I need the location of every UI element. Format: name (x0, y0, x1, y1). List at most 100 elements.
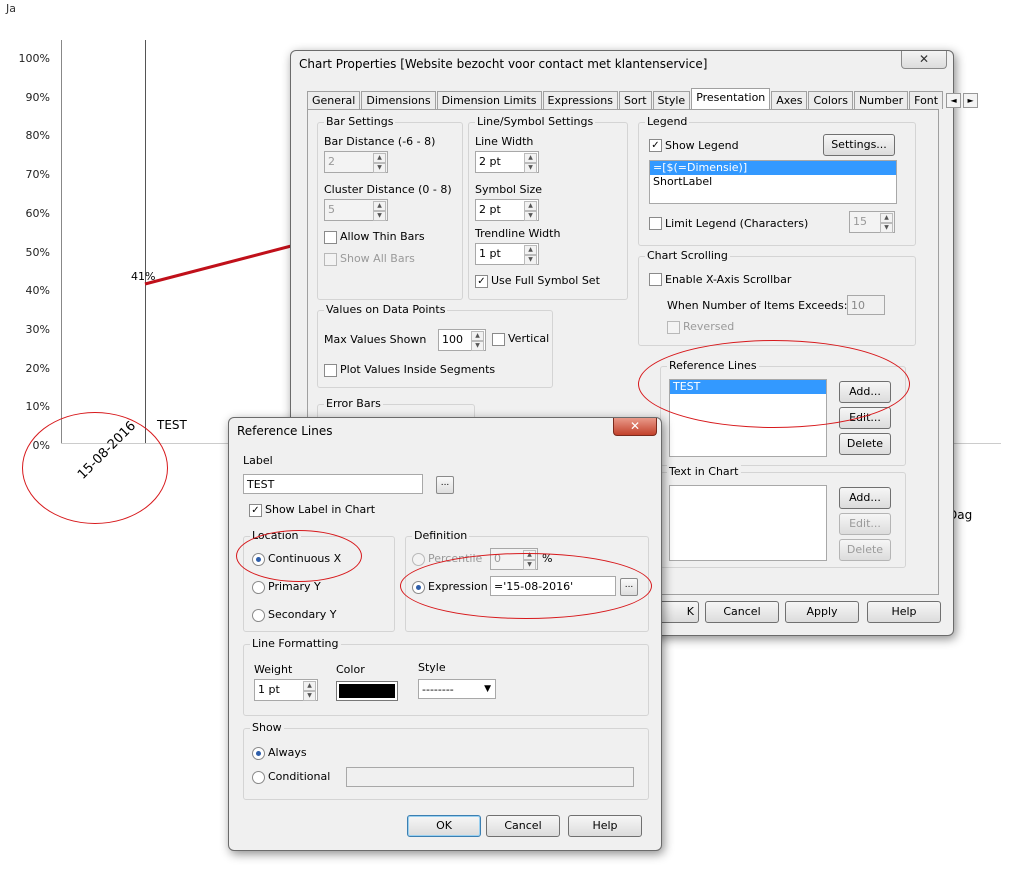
label-group-title: Label (243, 454, 273, 467)
symbol-size-stepper[interactable]: 2 pt ▲ ▼ (475, 199, 539, 221)
reversed-checkbox[interactable] (667, 321, 680, 334)
location-secondary-y-label: Secondary Y (268, 608, 337, 621)
tab-expressions[interactable]: Expressions (542, 91, 618, 109)
tab-number[interactable]: Number (853, 91, 909, 109)
bar-settings-group: Bar Settings Bar Distance (-6 - 8) 2 ▲ ▼ … (317, 115, 463, 300)
label-input[interactable]: TEST (243, 474, 423, 494)
y-tick-label: 60% (25, 206, 50, 220)
values-on-points-title: Values on Data Points (324, 303, 448, 316)
style-select[interactable]: -------- ▼ (418, 679, 496, 699)
tab-dimension-limits[interactable]: Dimension Limits (436, 91, 542, 109)
tab-font[interactable]: Font (909, 91, 944, 109)
chart-corner-label: Ja (6, 2, 16, 15)
annotation-circle-expression (400, 553, 652, 619)
spin-up-icon[interactable]: ▲ (524, 245, 537, 255)
conditional-input[interactable] (346, 767, 634, 787)
spin-down-icon[interactable]: ▼ (524, 163, 537, 173)
spin-up-icon[interactable]: ▲ (303, 681, 316, 691)
dialog-ok-button[interactable]: OK (407, 815, 481, 837)
tab-colors[interactable]: Colors (808, 91, 853, 109)
limit-legend-checkbox[interactable] (649, 217, 662, 230)
y-tick-label: 50% (25, 245, 50, 259)
y-tick-label: 70% (25, 168, 50, 182)
tab-presentation[interactable]: Presentation (691, 88, 771, 109)
spin-up-icon[interactable]: ▲ (524, 201, 537, 211)
tab-sort[interactable]: Sort (618, 91, 652, 109)
location-secondary-y-radio[interactable] (252, 609, 265, 622)
close-icon[interactable]: ✕ (901, 51, 947, 69)
close-icon[interactable]: ✕ (613, 418, 657, 436)
cluster-distance-label: Cluster Distance (0 - 8) (324, 183, 452, 196)
plot-inside-checkbox[interactable] (324, 364, 337, 377)
cluster-distance-stepper[interactable]: 5 ▲ ▼ (324, 199, 388, 221)
tab-axes[interactable]: Axes (771, 91, 808, 109)
line-width-stepper[interactable]: 2 pt ▲ ▼ (475, 151, 539, 173)
refline-label: TEST (157, 418, 187, 432)
tab-scroll-right-icon[interactable]: ► (963, 93, 979, 108)
weight-label: Weight (254, 663, 293, 676)
max-values-stepper[interactable]: 100 ▲ ▼ (438, 329, 486, 351)
trendline-width-stepper[interactable]: 1 pt ▲ ▼ (475, 243, 539, 265)
spin-down-icon[interactable]: ▼ (373, 211, 386, 221)
percentile-radio[interactable] (412, 553, 425, 566)
spin-down-icon[interactable]: ▼ (471, 341, 484, 351)
show-all-bars-checkbox[interactable] (324, 253, 337, 266)
symbol-size-value: 2 pt (479, 203, 501, 216)
limit-legend-stepper[interactable]: 15 ▲ ▼ (849, 211, 895, 233)
show-conditional-radio[interactable] (252, 771, 265, 784)
color-swatch-button[interactable] (336, 681, 398, 701)
tab-dimensions[interactable]: Dimensions (361, 91, 436, 109)
weight-stepper[interactable]: 1 pt ▲ ▼ (254, 679, 318, 701)
spin-up-icon[interactable]: ▲ (880, 213, 893, 223)
show-label-checkbox[interactable]: ✓ (249, 504, 262, 517)
spin-down-icon[interactable]: ▼ (373, 163, 386, 173)
vertical-checkbox[interactable] (492, 333, 505, 346)
spin-up-icon[interactable]: ▲ (373, 153, 386, 163)
tab-scroll-left-icon[interactable]: ◄ (946, 93, 962, 108)
chart-series-line (144, 243, 296, 286)
refline-delete-button[interactable]: Delete (839, 433, 891, 455)
use-full-symbol-set-checkbox[interactable]: ✓ (475, 275, 488, 288)
enable-scrollbar-checkbox[interactable] (649, 273, 662, 286)
apply-button[interactable]: Apply (785, 601, 859, 623)
cancel-button[interactable]: Cancel (705, 601, 779, 623)
allow-thin-bars-checkbox[interactable] (324, 231, 337, 244)
dialog-cancel-button[interactable]: Cancel (486, 815, 560, 837)
line-symbol-group: Line/Symbol Settings Line Width 2 pt ▲ ▼ … (468, 115, 628, 300)
when-items-exceed-input[interactable]: 10 (847, 295, 885, 315)
spin-up-icon[interactable]: ▲ (471, 331, 484, 341)
text-add-button[interactable]: Add... (839, 487, 891, 509)
help-button[interactable]: Help (867, 601, 941, 623)
bar-distance-stepper[interactable]: 2 ▲ ▼ (324, 151, 388, 173)
tab-general[interactable]: General (307, 91, 361, 109)
tab-style[interactable]: Style (652, 91, 691, 109)
spin-down-icon[interactable]: ▼ (880, 223, 893, 233)
spin-down-icon[interactable]: ▼ (303, 691, 316, 701)
annotation-circle-date (22, 412, 168, 524)
show-legend-checkbox[interactable]: ✓ (649, 139, 662, 152)
y-tick-label: 30% (25, 322, 50, 336)
legend-settings-button[interactable]: Settings... (823, 134, 895, 156)
when-items-exceed-label: When Number of Items Exceeds: (667, 299, 848, 312)
legend-listbox[interactable]: =[$(=Dimensie)] ShortLabel (649, 160, 897, 204)
bar-distance-label: Bar Distance (-6 - 8) (324, 135, 436, 148)
dialog-help-button[interactable]: Help (568, 815, 642, 837)
spin-up-icon[interactable]: ▲ (524, 153, 537, 163)
legend-group: Legend ✓ Show Legend Settings... =[$(=Di… (638, 115, 916, 246)
chart-properties-title: Chart Properties [Website bezocht voor c… (299, 57, 708, 71)
spin-down-icon[interactable]: ▼ (524, 211, 537, 221)
spin-down-icon[interactable]: ▼ (524, 255, 537, 265)
label-expression-button[interactable]: ... (436, 476, 454, 494)
trendline-width-value: 1 pt (479, 247, 501, 260)
text-in-chart-listbox[interactable] (669, 485, 827, 561)
show-label-label: Show Label in Chart (265, 503, 376, 516)
show-group: Show Always Conditional (243, 721, 649, 800)
text-delete-button[interactable]: Delete (839, 539, 891, 561)
legend-item[interactable]: =[$(=Dimensie)] (650, 161, 896, 175)
max-values-label: Max Values Shown (324, 333, 427, 346)
legend-item[interactable]: ShortLabel (650, 175, 896, 189)
spin-up-icon[interactable]: ▲ (373, 201, 386, 211)
text-edit-button[interactable]: Edit... (839, 513, 891, 535)
location-primary-y-radio[interactable] (252, 581, 265, 594)
show-always-radio[interactable] (252, 747, 265, 760)
